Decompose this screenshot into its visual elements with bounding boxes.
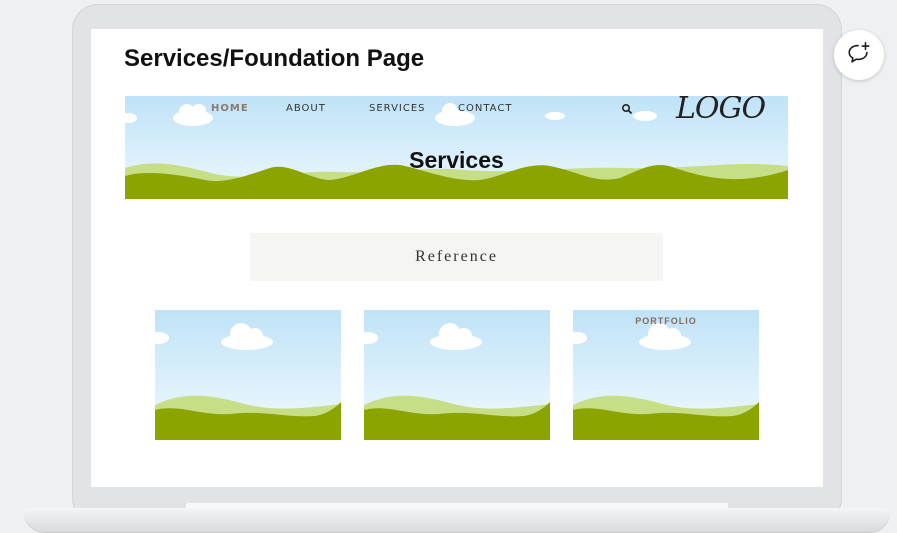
nav-about[interactable]: ABOUT [286, 103, 326, 114]
nav-services[interactable]: SERVICES [369, 103, 426, 114]
page-title: Services/Foundation Page [124, 45, 425, 72]
image-card [155, 310, 341, 440]
image-card-portfolio: PORTFOLIO [573, 310, 759, 440]
image-card [364, 310, 550, 440]
laptop-base [24, 508, 890, 532]
hero-banner: HOME ABOUT SERVICES CONTACT LOGO Service… [125, 96, 788, 199]
logo: LOGO [676, 96, 766, 126]
search-icon[interactable] [621, 103, 633, 115]
reference-block: Reference [250, 233, 663, 281]
landscape-image [573, 310, 759, 440]
add-comment-button[interactable] [834, 30, 884, 80]
add-comment-icon [846, 40, 872, 71]
nav-contact[interactable]: CONTACT [458, 103, 512, 114]
reference-text: Reference [415, 248, 498, 265]
landscape-image [155, 310, 341, 440]
nav-home[interactable]: HOME [211, 103, 249, 114]
landscape-image [364, 310, 550, 440]
mockup-screen: Services/Foundation Page HOME ABOUT SERV… [91, 29, 823, 487]
portfolio-label: PORTFOLIO [635, 316, 697, 326]
hero-heading: Services [409, 147, 504, 173]
